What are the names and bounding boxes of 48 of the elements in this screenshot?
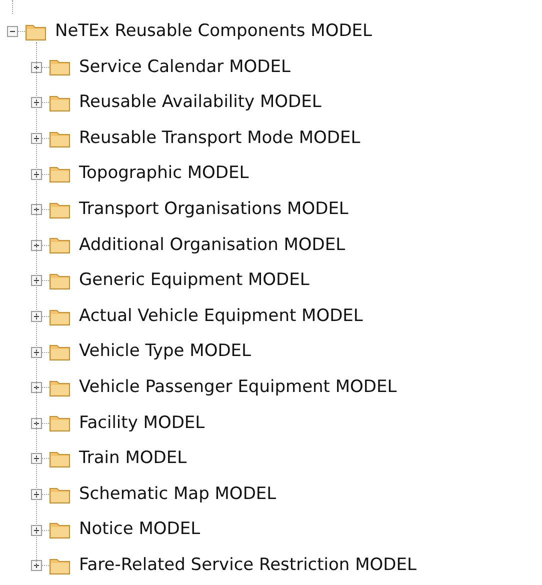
expand-toggle[interactable] — [31, 97, 42, 108]
expand-toggle[interactable] — [31, 62, 42, 73]
folder-icon — [49, 272, 71, 290]
expand-toggle[interactable] — [31, 311, 42, 322]
tree-item-label[interactable]: Schematic Map MODEL — [79, 482, 276, 508]
folder-icon — [25, 22, 47, 41]
expand-toggle[interactable] — [31, 204, 42, 216]
expand-toggle[interactable] — [31, 133, 42, 144]
tree-item-label[interactable]: Actual Vehicle Equipment MODEL — [79, 304, 363, 330]
folder-icon — [49, 58, 71, 76]
tree-item-label[interactable]: Vehicle Type MODEL — [79, 339, 252, 365]
expand-toggle[interactable] — [31, 524, 42, 536]
folder-icon — [49, 165, 71, 184]
tree-item-label[interactable]: Transport Organisations MODEL — [79, 197, 348, 223]
collapse-toggle[interactable] — [7, 26, 18, 38]
folder-icon — [49, 486, 71, 504]
folder-icon — [49, 130, 71, 148]
expand-toggle[interactable] — [31, 418, 42, 429]
tree-item-label[interactable]: Fare-Related Service Restriction MODEL — [79, 552, 416, 578]
folder-icon — [49, 378, 71, 397]
tree-item-label[interactable]: Vehicle Passenger Equipment MODEL — [79, 374, 397, 400]
tree-item-label[interactable]: Additional Organisation MODEL — [79, 232, 346, 258]
expand-toggle[interactable] — [31, 240, 42, 251]
tree-item-label[interactable]: Generic Equipment MODEL — [79, 268, 310, 294]
expand-toggle[interactable] — [31, 382, 42, 394]
tree-item-label[interactable]: Service Calendar MODEL — [79, 54, 290, 80]
tree-item-label[interactable]: NeTEx Reusable Components MODEL — [55, 19, 372, 45]
folder-icon — [49, 521, 71, 540]
expand-toggle[interactable] — [31, 560, 42, 572]
tree-item-label[interactable]: Facility MODEL — [79, 410, 205, 436]
expand-toggle[interactable] — [31, 489, 42, 500]
tree-item-label[interactable]: Topographic MODEL — [79, 161, 249, 187]
folder-icon — [49, 200, 71, 219]
tree-item-label[interactable]: Train MODEL — [79, 446, 187, 472]
folder-icon — [49, 556, 71, 575]
expand-toggle[interactable] — [31, 453, 42, 464]
folder-icon — [49, 450, 71, 468]
folder-icon — [49, 343, 71, 362]
folder-icon — [49, 414, 71, 432]
tree-item-label[interactable]: Notice MODEL — [79, 517, 200, 543]
expand-toggle[interactable] — [31, 275, 42, 286]
expand-toggle[interactable] — [31, 168, 42, 180]
tree-item-label[interactable]: Reusable Availability MODEL — [79, 90, 322, 116]
folder-icon — [49, 94, 71, 112]
tree-item-label[interactable]: Reusable Transport Mode MODEL — [79, 126, 360, 152]
folder-icon — [49, 308, 71, 326]
folder-icon — [49, 236, 71, 254]
expand-toggle[interactable] — [31, 346, 42, 358]
